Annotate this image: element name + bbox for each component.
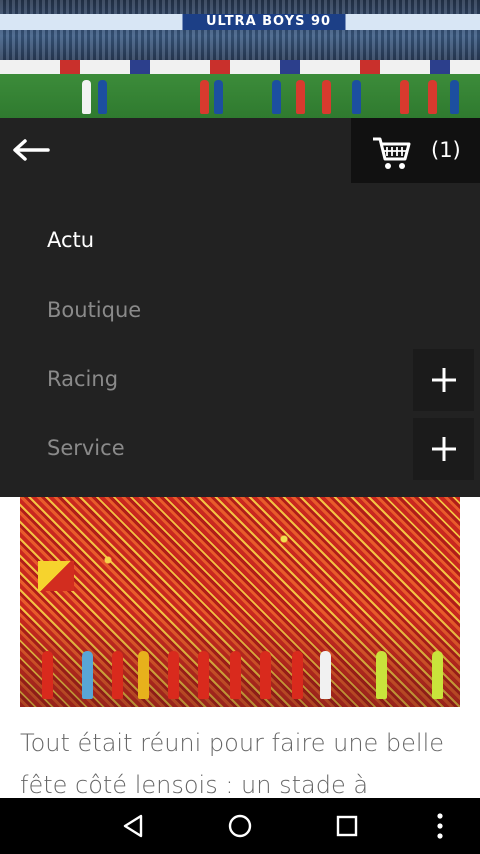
- menu-item-boutique[interactable]: Boutique: [47, 298, 141, 322]
- team-player: [42, 651, 53, 699]
- expand-racing-button[interactable]: [413, 349, 474, 411]
- header-stadium-photo: ULTRA BOYS 90: [0, 0, 480, 118]
- pitch: [0, 74, 480, 118]
- team-player: [230, 651, 241, 699]
- expand-service-button[interactable]: [413, 418, 474, 480]
- recents-square-icon: [336, 815, 358, 837]
- steward: [376, 651, 387, 699]
- player: [428, 80, 437, 114]
- overflow-dots-icon: [437, 813, 443, 839]
- player: [98, 80, 107, 114]
- home-circle-icon: [228, 814, 252, 838]
- navigation-menu: (1) Actu Boutique Racing Service: [0, 118, 480, 497]
- cart-button[interactable]: (1): [351, 118, 480, 183]
- cart-count: (1): [431, 138, 461, 162]
- system-home-button[interactable]: [226, 812, 254, 840]
- team-player: [320, 651, 331, 699]
- menu-item-racing[interactable]: Racing: [47, 367, 118, 391]
- plus-icon: [431, 437, 456, 461]
- menu-item-service[interactable]: Service: [47, 436, 125, 460]
- menu-item-actu[interactable]: Actu: [47, 228, 94, 252]
- article-photo[interactable]: [20, 497, 460, 707]
- player: [200, 80, 209, 114]
- arrow-left-icon: [13, 139, 50, 161]
- team-player: [260, 651, 271, 699]
- player: [296, 80, 305, 114]
- team-player: [82, 651, 93, 699]
- player: [272, 80, 281, 114]
- advertising-boards: [0, 60, 480, 74]
- player: [450, 80, 459, 114]
- player: [400, 80, 409, 114]
- back-button[interactable]: [6, 132, 54, 168]
- player: [352, 80, 361, 114]
- player: [214, 80, 223, 114]
- team-player: [168, 651, 179, 699]
- player: [322, 80, 331, 114]
- team-player: [198, 651, 209, 699]
- player: [82, 80, 91, 114]
- overflow-menu-button[interactable]: [426, 812, 454, 840]
- team-player: [112, 651, 123, 699]
- supporters-banner-text: ULTRA BOYS 90: [206, 14, 332, 29]
- system-navigation-bar: [0, 798, 480, 854]
- back-triangle-icon: [123, 814, 143, 838]
- team-player: [292, 651, 303, 699]
- team-player: [138, 651, 149, 699]
- system-back-button[interactable]: [119, 812, 147, 840]
- cart-icon: [373, 137, 411, 169]
- plus-icon: [431, 368, 456, 392]
- stadium-stands: [0, 0, 480, 60]
- steward: [432, 651, 443, 699]
- system-recents-button[interactable]: [333, 812, 361, 840]
